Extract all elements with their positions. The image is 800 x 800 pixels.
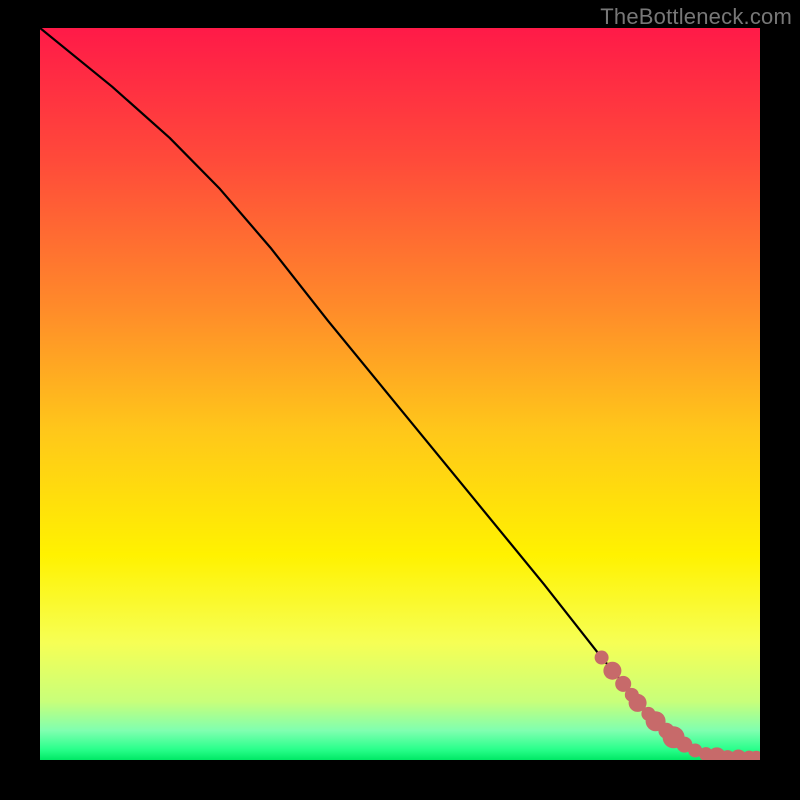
chart-svg (40, 28, 760, 760)
curve-line (40, 28, 760, 758)
data-marker (603, 662, 621, 680)
marker-group (595, 651, 760, 760)
data-marker (595, 651, 609, 665)
watermark-text: TheBottleneck.com (600, 4, 792, 30)
plot-area (40, 28, 760, 760)
chart-container: TheBottleneck.com (0, 0, 800, 800)
